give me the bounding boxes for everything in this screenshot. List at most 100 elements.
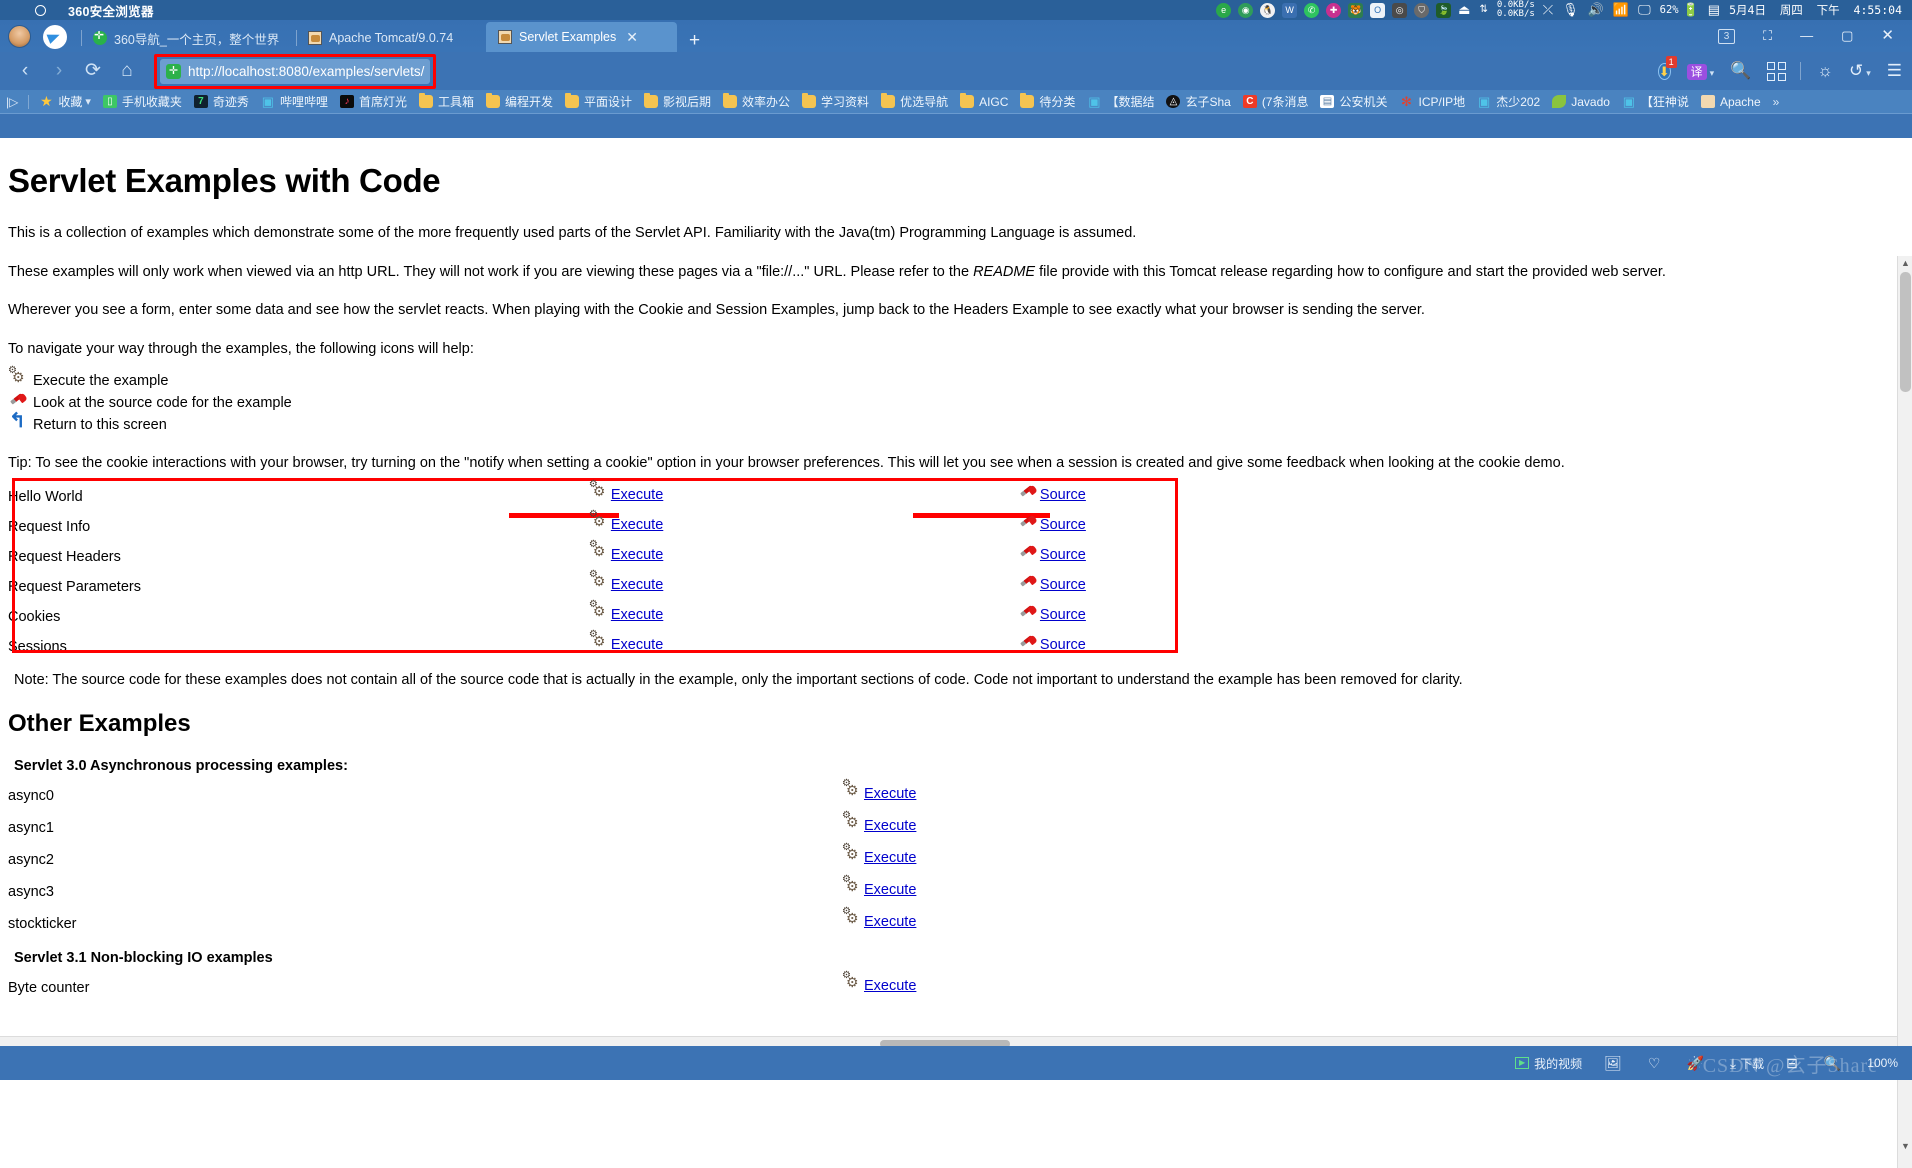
execute-link[interactable]: Execute [842,849,916,867]
legend-return: Return to this screen [8,416,1892,434]
bookmark-kuangshenshuo[interactable]: ▣ 【狂神说 [1616,93,1695,110]
network-arrows-icon[interactable]: ⇅ [1479,0,1487,20]
health-button[interactable]: ♡ [1648,1055,1665,1072]
execute-link[interactable]: Execute [842,817,916,835]
bookmark-folder-design[interactable]: 平面设计 [559,93,638,110]
bluetooth-off-icon[interactable]: ⤫ [1543,0,1553,20]
bookmark-folder-office[interactable]: 效率办公 [717,93,796,110]
bookmark-icp[interactable]: ✻ ICP/IP地 [1394,93,1472,110]
restore-window-button[interactable]: ⛶ [1749,20,1786,52]
bookmark-phone[interactable]: ▯ 手机收藏夹 [97,93,188,110]
home-icon[interactable]: ⌂ [110,52,144,90]
qq-penguin-icon[interactable]: 🐧 [1260,3,1275,18]
source-link[interactable]: Source [1018,606,1086,624]
leaf-icon[interactable]: 🍃 [1436,3,1451,18]
tab-count-badge[interactable]: 3 [1718,29,1735,44]
bookmark-bilibili[interactable]: ▣ 哔哩哔哩 [255,93,334,110]
reload-icon[interactable]: ⟳ [76,52,110,90]
execute-link[interactable]: Execute [842,913,916,931]
source-link[interactable]: Source [1018,516,1086,534]
minimize-button[interactable]: — [1786,20,1827,52]
speaker-icon[interactable]: 🔊 [1588,0,1604,20]
camera-icon[interactable]: ◎ [1392,3,1407,18]
scroll-up-icon[interactable]: ▲ [1898,256,1912,271]
tab-servlet-examples[interactable]: Servlet Examples ✕ [486,22,677,52]
source-label: Source [1040,487,1086,503]
history-undo-icon[interactable]: ↺▾ [1849,61,1871,81]
vertical-scrollbar[interactable]: ▲ ▼ [1897,256,1912,1168]
translate-icon[interactable]: 译▾ [1687,61,1715,81]
clock-weekday: 周四 [1780,3,1803,17]
bookmark-favorites[interactable]: ★ 收藏 ▾ [33,93,97,110]
back-icon[interactable]: ‹ [8,52,42,90]
bookmark-xuanzi-share[interactable]: ◬ 玄子Sha [1160,93,1236,110]
bookmark-apache[interactable]: Apache [1695,95,1767,109]
source-link[interactable]: Source [1018,636,1086,654]
wifi-icon[interactable]: 📶 [1613,0,1629,20]
bookmark-folder-unsorted[interactable]: 待分类 [1014,93,1081,110]
menu-icon[interactable]: ☰ [1887,61,1902,81]
navigation-plane-icon[interactable] [43,25,67,49]
vertical-scroll-thumb[interactable] [1900,272,1911,392]
eject-icon[interactable]: ⏏ [1458,0,1470,20]
search-icon[interactable]: 🔍 [1730,61,1751,81]
wechat-icon[interactable]: ✆ [1304,3,1319,18]
address-bar[interactable]: ✛ http://localhost:8080/examples/servlet… [160,59,430,84]
close-icon[interactable]: ✕ [626,29,638,46]
chevron-down-icon[interactable]: ▾ [85,95,91,108]
execute-link[interactable]: Execute [589,606,663,624]
avatar[interactable] [8,25,31,48]
bookmark-csdn-messages[interactable]: C (7条消息 [1237,93,1315,110]
bookmark-shouxi[interactable]: ♪ 首席灯光 [334,93,413,110]
tab-apache-tomcat[interactable]: Apache Tomcat/9.0.74 [296,24,486,52]
bookmark-javadoc[interactable]: Javado [1546,95,1616,109]
ie-icon[interactable]: e [1216,3,1231,18]
brightness-icon[interactable]: ☼ [1817,61,1833,81]
wps-icon[interactable]: W [1282,3,1297,18]
outlook-icon[interactable]: O [1370,3,1385,18]
bookmark-folder-dev[interactable]: 编程开发 [480,93,559,110]
scroll-down-icon[interactable]: ▼ [1898,1139,1912,1154]
bookmarks-overflow-button[interactable]: » [1767,95,1786,109]
forward-icon[interactable]: › [42,52,76,90]
my-videos-button[interactable]: ▶ 我的视频 [1515,1055,1582,1072]
execute-link[interactable]: Execute [589,546,663,564]
display-icon[interactable]: 🖵 [1638,0,1651,20]
close-window-button[interactable]: ✕ [1867,20,1912,52]
bookmark-folder-aigc[interactable]: AIGC [954,95,1014,109]
tab-360-nav[interactable]: 360导航_一个主页，整个世界 [81,24,296,52]
bookmark-folder-tools[interactable]: 工具箱 [413,93,480,110]
downloads-icon[interactable]: ⬇ 1 [1658,61,1671,81]
execute-link[interactable]: Execute [589,576,663,594]
bookmark-folder-nav[interactable]: 优选导航 [875,93,954,110]
apps-grid-icon[interactable] [1767,62,1786,81]
bookmark-data-structure[interactable]: ▣ 【数据结 [1081,93,1160,110]
execute-link[interactable]: Execute [842,785,916,803]
new-tab-button[interactable]: + [689,31,700,50]
tiger-icon[interactable]: 🐯 [1348,3,1363,18]
360-safe-icon[interactable]: ◉ [1238,3,1253,18]
execute-link[interactable]: Execute [842,881,916,899]
medical-cross-icon[interactable]: ✚ [1326,3,1341,18]
bookmark-jieshao[interactable]: ▣ 杰少202 [1471,93,1546,110]
microphone-icon[interactable]: 🎙 [1562,0,1579,20]
source-link[interactable]: Source [1018,546,1086,564]
notification-icon[interactable]: ▤ [1708,0,1720,20]
screenshot-button[interactable]: 🖼 [1604,1055,1626,1072]
maximize-button[interactable]: ▢ [1827,20,1867,52]
bookmark-gongan[interactable]: ▤ 公安机关 [1314,93,1393,110]
bookmark-folder-study[interactable]: 学习资料 [796,93,875,110]
shield-icon[interactable]: ⛉ [1414,3,1429,18]
execute-link[interactable]: Execute [842,977,916,995]
source-link[interactable]: Source [1018,486,1086,504]
execute-link[interactable]: Execute [589,486,663,504]
bookmark-label: 奇迹秀 [213,93,249,110]
execute-link[interactable]: Execute [589,636,663,654]
example-source-cell: Source [1018,542,1458,572]
bookmark-qijixiu[interactable]: 7 奇迹秀 [188,93,255,110]
bookmarks-expand-icon[interactable]: |▷ [0,95,24,109]
bookmark-folder-video[interactable]: 影视后期 [638,93,717,110]
battery-icon[interactable]: 🔋 [1683,0,1699,20]
execute-link[interactable]: Execute [589,516,663,534]
source-link[interactable]: Source [1018,576,1086,594]
